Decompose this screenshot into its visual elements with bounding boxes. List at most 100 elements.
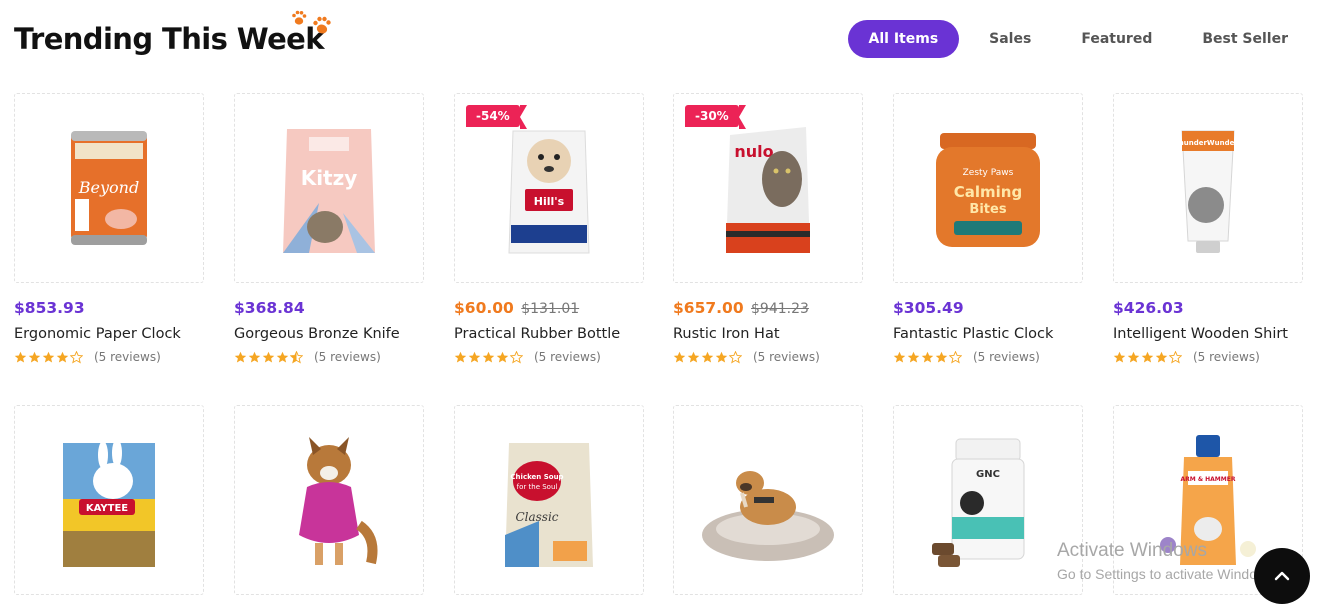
product-image[interactable]	[673, 405, 863, 595]
product-card[interactable]: Hill's -54% $60.00 $131.01 Practical Rubber…	[454, 93, 644, 364]
review-count: (5 reviews)	[534, 350, 601, 364]
product-card[interactable]	[673, 405, 863, 595]
product-price: $60.00	[454, 299, 514, 317]
product-image[interactable]: Hill's -54%	[454, 93, 644, 283]
review-count: (5 reviews)	[94, 350, 161, 364]
star-empty-icon	[949, 350, 962, 363]
svg-text:ThunderWunders: ThunderWunders	[1174, 139, 1242, 147]
price-row: $60.00 $131.01	[454, 299, 644, 319]
star-filled-icon	[262, 351, 275, 363]
svg-text:nulo: nulo	[734, 142, 773, 161]
star-filled-icon	[28, 351, 41, 363]
product-image[interactable]: nulo -30%	[673, 93, 863, 283]
star-filled-icon	[1155, 351, 1168, 363]
price-row: $426.03	[1113, 299, 1303, 319]
price-row: $657.00 $941.23	[673, 299, 863, 319]
star-filled-icon	[715, 351, 728, 363]
star-filled-icon	[1141, 351, 1154, 363]
star-filled-icon	[276, 351, 289, 363]
product-image[interactable]	[234, 405, 424, 595]
product-name[interactable]: Fantastic Plastic Clock	[893, 326, 1083, 342]
product-card[interactable]	[234, 405, 424, 595]
star-filled-icon	[454, 351, 467, 363]
star-empty-icon	[70, 350, 83, 363]
svg-text:Kitzy: Kitzy	[301, 166, 358, 190]
star-rating	[673, 350, 743, 364]
price-row: $305.49	[893, 299, 1083, 319]
star-filled-icon	[482, 351, 495, 363]
star-filled-icon	[234, 351, 247, 363]
review-count: (5 reviews)	[314, 350, 381, 364]
product-name[interactable]: Ergonomic Paper Clock	[14, 326, 204, 342]
tab-sales[interactable]: Sales	[969, 20, 1051, 58]
product-image[interactable]: KAYTEE	[14, 405, 204, 595]
product-image[interactable]: Chicken Soup for the Soul Classic	[454, 405, 644, 595]
star-rating	[234, 350, 304, 364]
product-card[interactable]: nulo -30% $657.00 $941.23 Rustic Iron Hat (5…	[673, 93, 863, 364]
hills-dog-food-bag: Hill's	[508, 130, 590, 254]
dog-food-can: Beyond	[71, 131, 147, 245]
product-image[interactable]: Kitzy	[234, 93, 424, 283]
star-half-icon	[290, 350, 303, 363]
review-count: (5 reviews)	[753, 350, 820, 364]
section-title: Trending This Week	[14, 22, 325, 56]
product-card[interactable]: KAYTEE	[14, 405, 204, 595]
price-row: $368.84	[234, 299, 424, 319]
svg-text:GNC: GNC	[976, 469, 1000, 480]
product-name[interactable]: Intelligent Wooden Shirt	[1113, 326, 1303, 342]
star-rating	[14, 350, 84, 364]
star-filled-icon	[56, 351, 69, 363]
product-card[interactable]: Beyond $853.93 Ergonomic Paper Clock (5 rev…	[14, 93, 204, 364]
original-price: $941.23	[751, 301, 809, 317]
product-rating: (5 reviews)	[14, 350, 204, 364]
svg-text:Beyond: Beyond	[78, 178, 139, 197]
svg-text:Bites: Bites	[969, 202, 1006, 217]
nulo-cat-food-bag: nulo	[726, 127, 810, 253]
windows-activation-watermark: Activate Windows Go to Settings to activ…	[1057, 540, 1278, 582]
original-price: $131.01	[521, 301, 580, 317]
product-card[interactable]: GNC	[893, 405, 1083, 595]
star-filled-icon	[468, 351, 481, 363]
product-rating: (5 reviews)	[1113, 350, 1303, 364]
review-count: (5 reviews)	[1193, 350, 1260, 364]
star-filled-icon	[921, 351, 934, 363]
star-filled-icon	[1127, 351, 1140, 363]
tab-featured[interactable]: Featured	[1061, 20, 1172, 58]
product-rating: (5 reviews)	[454, 350, 644, 364]
watermark-subtitle: Go to Settings to activate Windows.	[1057, 566, 1278, 582]
product-name[interactable]: Gorgeous Bronze Knife	[234, 326, 424, 342]
product-price: $657.00	[673, 299, 744, 317]
product-image[interactable]: Zesty Paws Calming Bites	[893, 93, 1083, 283]
product-price: $305.49	[893, 299, 964, 317]
discount-badge: -30%	[685, 105, 746, 129]
product-image[interactable]: ThunderWunders	[1113, 93, 1303, 283]
star-filled-icon	[1113, 351, 1126, 363]
section-header: Trending This Week All Items Sales Featu…	[14, 8, 1308, 70]
svg-text:Calming: Calming	[954, 183, 1022, 201]
star-filled-icon	[673, 351, 686, 363]
dog-on-round-bed	[702, 471, 834, 561]
star-empty-icon	[510, 350, 523, 363]
star-filled-icon	[496, 351, 509, 363]
calming-gel-tube: ThunderWunders	[1174, 130, 1242, 253]
product-card[interactable]: Chicken Soup for the Soul Classic	[454, 405, 644, 595]
product-price: $853.93	[14, 299, 85, 317]
gnc-chews-jar: GNC	[932, 438, 1025, 567]
svg-text:KAYTEE: KAYTEE	[86, 503, 128, 514]
product-name[interactable]: Rustic Iron Hat	[673, 326, 863, 342]
product-name[interactable]: Practical Rubber Bottle	[454, 326, 644, 342]
product-price: $368.84	[234, 299, 305, 317]
star-filled-icon	[907, 351, 920, 363]
product-card[interactable]: Zesty Paws Calming Bites $305.49 Fantastic P…	[893, 93, 1083, 364]
product-card[interactable]: Kitzy $368.84 Gorgeous Bronze Knife (5 revi…	[234, 93, 424, 364]
product-image[interactable]: Beyond	[14, 93, 204, 283]
product-rating: (5 reviews)	[234, 350, 424, 364]
product-image[interactable]: GNC	[893, 405, 1083, 595]
star-rating	[454, 350, 524, 364]
product-rating: (5 reviews)	[673, 350, 863, 364]
tab-best-seller[interactable]: Best Seller	[1182, 20, 1308, 58]
product-card[interactable]: ThunderWunders $426.03 Intelligent Wooden …	[1113, 93, 1303, 364]
svg-text:Zesty Paws: Zesty Paws	[963, 168, 1014, 178]
scroll-to-top-button[interactable]	[1254, 548, 1310, 604]
tab-all-items[interactable]: All Items	[847, 20, 960, 58]
